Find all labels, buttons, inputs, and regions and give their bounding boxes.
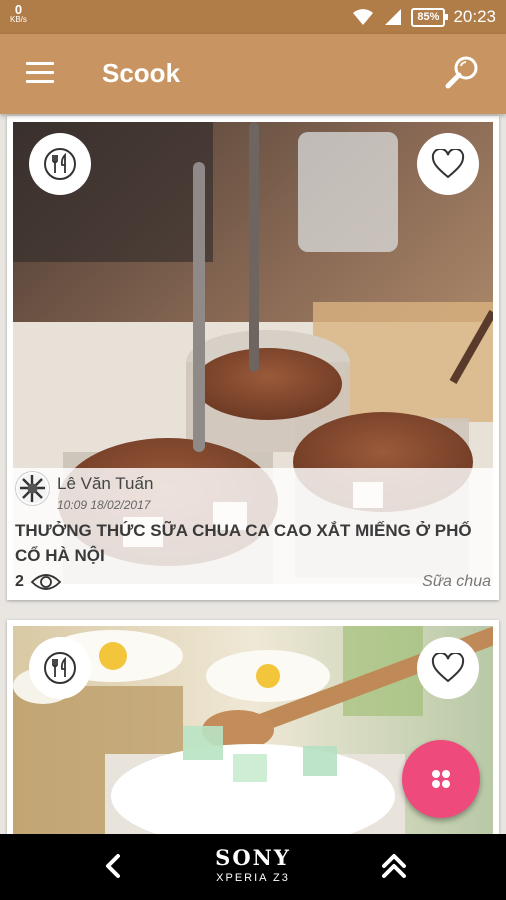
eye-icon xyxy=(30,574,62,590)
author-name[interactable]: Lê Văn Tuấn xyxy=(57,474,153,494)
network-speed: 0 KB/s xyxy=(10,3,27,24)
view-count: 2 xyxy=(15,572,62,592)
category-tag[interactable]: Sữa chua xyxy=(422,573,491,591)
avatar[interactable] xyxy=(15,471,50,506)
favorite-button[interactable] xyxy=(417,637,479,699)
category-badge[interactable] xyxy=(29,133,91,195)
post-info: Lê Văn Tuấn 10:09 18/02/2017 THƯỞNG THỨC… xyxy=(13,468,493,594)
signal-icon xyxy=(385,9,402,25)
app-bar: Scook xyxy=(0,34,506,114)
category-badge[interactable] xyxy=(29,637,91,699)
menu-icon[interactable] xyxy=(26,62,54,84)
heart-icon xyxy=(431,653,465,683)
app-title: Scook xyxy=(102,58,181,88)
recipe-card[interactable]: Lê Văn Tuấn 10:09 18/02/2017 THƯỞNG THỨC… xyxy=(7,116,499,600)
apps-fab-button[interactable] xyxy=(402,740,480,818)
fork-knife-icon xyxy=(44,652,76,684)
clock: 20:23 xyxy=(453,7,496,26)
status-bar: 0 KB/s 85% 20:23 xyxy=(0,0,506,34)
device-model: XPERIA Z3 xyxy=(216,872,290,884)
back-arrow-icon[interactable] xyxy=(98,850,130,882)
fork-knife-icon xyxy=(44,148,76,180)
battery-icon: 85% xyxy=(411,7,449,27)
post-title[interactable]: THƯỞNG THỨC SỮA CHUA CA CAO XẮT MIẾNG Ở … xyxy=(15,518,485,568)
double-chevron-up-icon[interactable] xyxy=(378,850,410,882)
search-icon[interactable] xyxy=(444,54,480,90)
heart-icon xyxy=(431,149,465,179)
wifi-icon xyxy=(353,9,374,25)
device-brand: SONY XPERIA Z3 xyxy=(183,845,323,885)
network-speed-unit: KB/s xyxy=(10,15,27,24)
post-date: 10:09 18/02/2017 xyxy=(57,498,151,512)
view-count-value: 2 xyxy=(15,573,24,590)
brand-name: SONY xyxy=(215,845,291,870)
system-nav-bar: SONY XPERIA Z3 xyxy=(0,834,506,900)
favorite-button[interactable] xyxy=(417,133,479,195)
